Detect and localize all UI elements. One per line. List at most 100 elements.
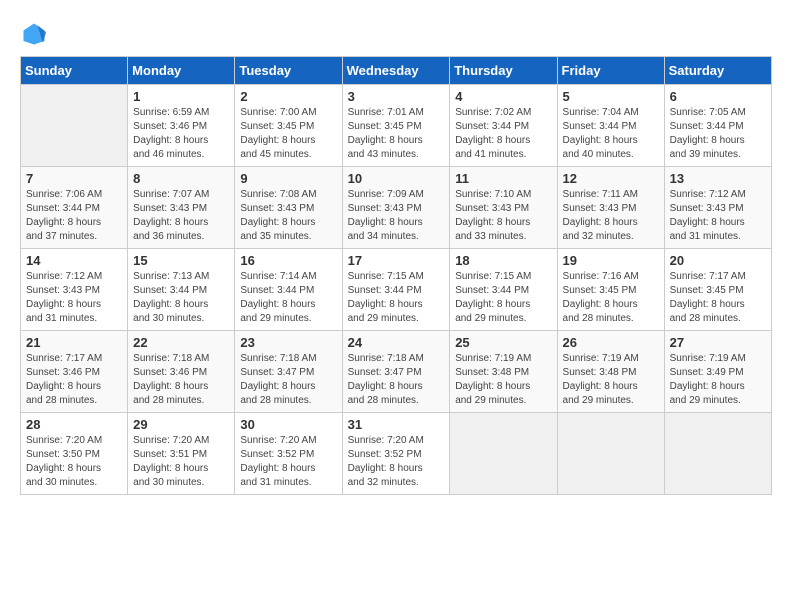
calendar-cell: 6 Sunrise: 7:05 AM Sunset: 3:44 PM Daylig… bbox=[664, 85, 771, 167]
calendar-week-row: 1 Sunrise: 6:59 AM Sunset: 3:46 PM Daylig… bbox=[21, 85, 772, 167]
calendar-cell: 21 Sunrise: 7:17 AM Sunset: 3:46 PM Dayli… bbox=[21, 331, 128, 413]
calendar-cell: 16Sunrise: 7:14 AM Sunset: 3:44 PM Dayli… bbox=[235, 249, 342, 331]
day-number: 30 bbox=[240, 417, 336, 432]
day-info: Sunrise: 7:19 AM Sunset: 3:48 PM Dayligh… bbox=[455, 352, 551, 408]
weekday-header: Sunday bbox=[21, 57, 128, 85]
day-info: Sunrise: 7:07 AM Sunset: 3:43 PM Dayligh… bbox=[133, 188, 229, 244]
day-info: Sunrise: 7:10 AM Sunset: 3:43 PM Dayligh… bbox=[455, 188, 551, 244]
day-info: Sunrise: 7:15 AM Sunset: 3:44 PM Dayligh… bbox=[455, 270, 551, 326]
calendar-cell bbox=[664, 413, 771, 495]
calendar-week-row: 7 Sunrise: 7:06 AM Sunset: 3:44 PM Daylig… bbox=[21, 167, 772, 249]
calendar-cell: 11 Sunrise: 7:10 AM Sunset: 3:43 PM Dayli… bbox=[450, 167, 557, 249]
day-number: 5 bbox=[563, 89, 659, 104]
calendar-cell: 31Sunrise: 7:20 AM Sunset: 3:52 PM Dayli… bbox=[342, 413, 450, 495]
day-number: 3 bbox=[348, 89, 445, 104]
day-info: Sunrise: 7:20 AM Sunset: 3:50 PM Dayligh… bbox=[26, 434, 122, 490]
day-number: 9 bbox=[240, 171, 336, 186]
calendar-cell: 25 Sunrise: 7:19 AM Sunset: 3:48 PM Dayli… bbox=[450, 331, 557, 413]
day-info: Sunrise: 7:18 AM Sunset: 3:47 PM Dayligh… bbox=[240, 352, 336, 408]
calendar-cell bbox=[21, 85, 128, 167]
calendar-cell bbox=[450, 413, 557, 495]
weekday-header-row: SundayMondayTuesdayWednesdayThursdayFrid… bbox=[21, 57, 772, 85]
day-number: 7 bbox=[26, 171, 122, 186]
calendar-cell: 30 Sunrise: 7:20 AM Sunset: 3:52 PM Dayli… bbox=[235, 413, 342, 495]
day-info: Sunrise: 7:13 AM Sunset: 3:44 PM Dayligh… bbox=[133, 270, 229, 326]
day-number: 23 bbox=[240, 335, 336, 350]
logo bbox=[20, 20, 52, 48]
calendar-cell: 22 Sunrise: 7:18 AM Sunset: 3:46 PM Dayli… bbox=[128, 331, 235, 413]
day-info: Sunrise: 7:16 AM Sunset: 3:45 PM Dayligh… bbox=[563, 270, 659, 326]
calendar-cell: 26 Sunrise: 7:19 AM Sunset: 3:48 PM Dayli… bbox=[557, 331, 664, 413]
day-info: Sunrise: 7:04 AM Sunset: 3:44 PM Dayligh… bbox=[563, 106, 659, 162]
calendar-cell: 7 Sunrise: 7:06 AM Sunset: 3:44 PM Daylig… bbox=[21, 167, 128, 249]
calendar-cell: 18Sunrise: 7:15 AM Sunset: 3:44 PM Dayli… bbox=[450, 249, 557, 331]
calendar-cell: 3 Sunrise: 7:01 AM Sunset: 3:45 PM Daylig… bbox=[342, 85, 450, 167]
page-header bbox=[20, 20, 772, 48]
day-number: 10 bbox=[348, 171, 445, 186]
calendar-cell: 14 Sunrise: 7:12 AM Sunset: 3:43 PM Dayli… bbox=[21, 249, 128, 331]
day-number: 17 bbox=[348, 253, 445, 268]
day-info: Sunrise: 7:00 AM Sunset: 3:45 PM Dayligh… bbox=[240, 106, 336, 162]
day-info: Sunrise: 7:08 AM Sunset: 3:43 PM Dayligh… bbox=[240, 188, 336, 244]
day-number: 27 bbox=[670, 335, 766, 350]
day-number: 22 bbox=[133, 335, 229, 350]
day-number: 24 bbox=[348, 335, 445, 350]
day-info: Sunrise: 7:19 AM Sunset: 3:48 PM Dayligh… bbox=[563, 352, 659, 408]
calendar-cell bbox=[557, 413, 664, 495]
calendar-cell: 15 Sunrise: 7:13 AM Sunset: 3:44 PM Dayli… bbox=[128, 249, 235, 331]
day-number: 31 bbox=[348, 417, 445, 432]
calendar-week-row: 28Sunrise: 7:20 AM Sunset: 3:50 PM Dayli… bbox=[21, 413, 772, 495]
day-info: Sunrise: 7:20 AM Sunset: 3:52 PM Dayligh… bbox=[240, 434, 336, 490]
calendar-cell: 20Sunrise: 7:17 AM Sunset: 3:45 PM Dayli… bbox=[664, 249, 771, 331]
calendar-cell: 19Sunrise: 7:16 AM Sunset: 3:45 PM Dayli… bbox=[557, 249, 664, 331]
day-number: 21 bbox=[26, 335, 122, 350]
calendar-table: SundayMondayTuesdayWednesdayThursdayFrid… bbox=[20, 56, 772, 495]
day-info: Sunrise: 7:18 AM Sunset: 3:46 PM Dayligh… bbox=[133, 352, 229, 408]
weekday-header: Friday bbox=[557, 57, 664, 85]
weekday-header: Thursday bbox=[450, 57, 557, 85]
weekday-header: Tuesday bbox=[235, 57, 342, 85]
calendar-cell: 1 Sunrise: 6:59 AM Sunset: 3:46 PM Daylig… bbox=[128, 85, 235, 167]
day-number: 29 bbox=[133, 417, 229, 432]
day-info: Sunrise: 7:09 AM Sunset: 3:43 PM Dayligh… bbox=[348, 188, 445, 244]
calendar-cell: 24Sunrise: 7:18 AM Sunset: 3:47 PM Dayli… bbox=[342, 331, 450, 413]
calendar-cell: 2Sunrise: 7:00 AM Sunset: 3:45 PM Daylig… bbox=[235, 85, 342, 167]
calendar-cell: 13Sunrise: 7:12 AM Sunset: 3:43 PM Dayli… bbox=[664, 167, 771, 249]
day-info: Sunrise: 7:05 AM Sunset: 3:44 PM Dayligh… bbox=[670, 106, 766, 162]
calendar-week-row: 21 Sunrise: 7:17 AM Sunset: 3:46 PM Dayli… bbox=[21, 331, 772, 413]
day-number: 12 bbox=[563, 171, 659, 186]
day-number: 6 bbox=[670, 89, 766, 104]
calendar-cell: 8Sunrise: 7:07 AM Sunset: 3:43 PM Daylig… bbox=[128, 167, 235, 249]
day-number: 26 bbox=[563, 335, 659, 350]
day-number: 16 bbox=[240, 253, 336, 268]
calendar-cell: 10 Sunrise: 7:09 AM Sunset: 3:43 PM Dayli… bbox=[342, 167, 450, 249]
weekday-header: Saturday bbox=[664, 57, 771, 85]
logo-icon bbox=[20, 20, 48, 48]
day-info: Sunrise: 6:59 AM Sunset: 3:46 PM Dayligh… bbox=[133, 106, 229, 162]
day-info: Sunrise: 7:17 AM Sunset: 3:46 PM Dayligh… bbox=[26, 352, 122, 408]
day-info: Sunrise: 7:01 AM Sunset: 3:45 PM Dayligh… bbox=[348, 106, 445, 162]
calendar-cell: 23 Sunrise: 7:18 AM Sunset: 3:47 PM Dayli… bbox=[235, 331, 342, 413]
day-number: 4 bbox=[455, 89, 551, 104]
calendar-cell: 12 Sunrise: 7:11 AM Sunset: 3:43 PM Dayli… bbox=[557, 167, 664, 249]
day-info: Sunrise: 7:17 AM Sunset: 3:45 PM Dayligh… bbox=[670, 270, 766, 326]
day-number: 11 bbox=[455, 171, 551, 186]
calendar-cell: 17 Sunrise: 7:15 AM Sunset: 3:44 PM Dayli… bbox=[342, 249, 450, 331]
day-number: 1 bbox=[133, 89, 229, 104]
day-info: Sunrise: 7:20 AM Sunset: 3:51 PM Dayligh… bbox=[133, 434, 229, 490]
calendar-cell: 28Sunrise: 7:20 AM Sunset: 3:50 PM Dayli… bbox=[21, 413, 128, 495]
day-info: Sunrise: 7:15 AM Sunset: 3:44 PM Dayligh… bbox=[348, 270, 445, 326]
day-info: Sunrise: 7:02 AM Sunset: 3:44 PM Dayligh… bbox=[455, 106, 551, 162]
calendar-cell: 4 Sunrise: 7:02 AM Sunset: 3:44 PM Daylig… bbox=[450, 85, 557, 167]
calendar-week-row: 14 Sunrise: 7:12 AM Sunset: 3:43 PM Dayli… bbox=[21, 249, 772, 331]
day-number: 25 bbox=[455, 335, 551, 350]
day-number: 13 bbox=[670, 171, 766, 186]
day-info: Sunrise: 7:06 AM Sunset: 3:44 PM Dayligh… bbox=[26, 188, 122, 244]
calendar-cell: 29 Sunrise: 7:20 AM Sunset: 3:51 PM Dayli… bbox=[128, 413, 235, 495]
weekday-header: Wednesday bbox=[342, 57, 450, 85]
weekday-header: Monday bbox=[128, 57, 235, 85]
day-info: Sunrise: 7:12 AM Sunset: 3:43 PM Dayligh… bbox=[26, 270, 122, 326]
day-number: 15 bbox=[133, 253, 229, 268]
day-number: 14 bbox=[26, 253, 122, 268]
day-info: Sunrise: 7:11 AM Sunset: 3:43 PM Dayligh… bbox=[563, 188, 659, 244]
